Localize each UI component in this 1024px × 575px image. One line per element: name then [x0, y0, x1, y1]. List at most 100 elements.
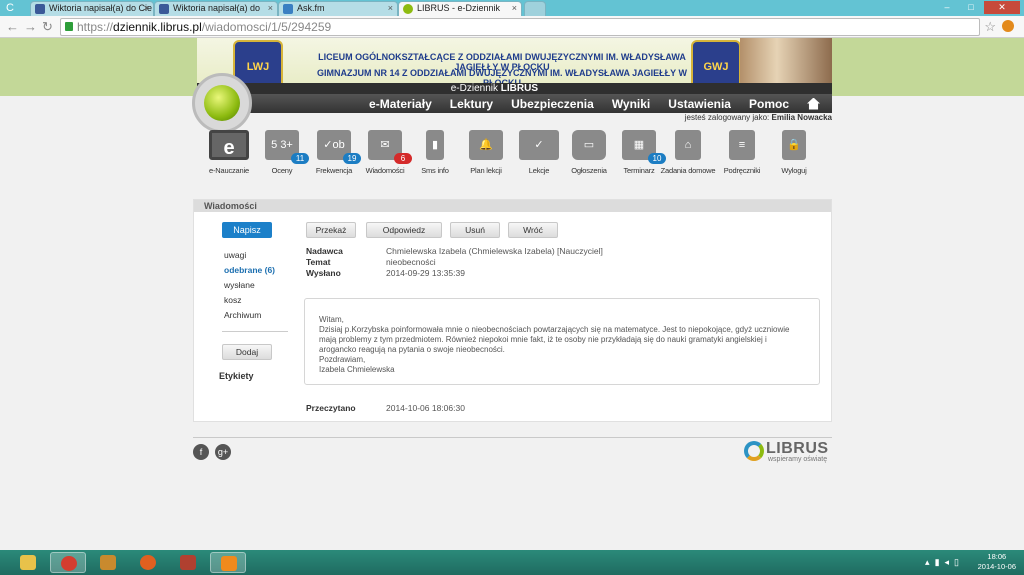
module-label: Zadania domowe	[660, 166, 716, 175]
module-label: e-Nauczanie	[209, 166, 249, 175]
tray-icons[interactable]: ▴▮◂▯	[925, 557, 964, 568]
sender-label: Nadawca	[306, 246, 343, 256]
body-greeting: Witam,	[319, 315, 344, 324]
tab-title: LIBRUS - e-Dziennik	[417, 3, 501, 13]
nav-item-ustawienia[interactable]: Ustawienia	[668, 97, 731, 111]
browser-tab-2[interactable]: Wiktoria napisał(a) do ×	[154, 1, 278, 16]
logged-in-label: jesteś zalogowany jako:	[684, 113, 770, 122]
askfm-icon	[283, 4, 293, 14]
browser-toolbar: ← → ↻ https://dziennik.librus.pl/wiadomo…	[0, 16, 1024, 38]
clock-time: 18:06	[987, 552, 1007, 561]
reload-icon[interactable]: ↻	[42, 20, 53, 34]
logged-in-info: jesteś zalogowany jako: Emilia Nowacka	[685, 113, 832, 122]
read-row: Przeczytano 2014-10-06 18:06:30	[306, 403, 465, 413]
chrome-menu-icon[interactable]: C	[6, 1, 14, 15]
folder-uwagi[interactable]: uwagi	[216, 248, 275, 263]
nav-item-e-materialy[interactable]: e-Materiały	[369, 97, 432, 111]
maximize-icon[interactable]: □	[960, 1, 982, 14]
module-plan-lekcji[interactable]: 🔔 Plan lekcji	[456, 130, 516, 175]
read-label: Przeczytano	[306, 403, 356, 413]
lessons-icon: ✓	[519, 130, 559, 160]
message-meta: Nadawca Chmielewska Izabela (Chmielewska …	[306, 246, 603, 279]
forward-icon[interactable]: →	[24, 20, 37, 34]
extension-icon[interactable]	[1002, 20, 1014, 32]
librus-logo-badge[interactable]	[192, 73, 252, 133]
home-icon[interactable]	[807, 97, 820, 110]
chrome-icon	[61, 556, 77, 571]
compose-button[interactable]: Napisz	[222, 222, 272, 238]
delete-button[interactable]: Usuń	[450, 222, 500, 238]
icon-glyph: ▮	[431, 139, 439, 151]
taskbar-app-4[interactable]	[130, 552, 166, 573]
logout-lock-icon: 🔒	[782, 130, 806, 160]
nav-menu: e-Materiały Lektury Ubezpieczenia Wyniki…	[197, 94, 832, 113]
taskbar-explorer[interactable]	[10, 552, 46, 573]
facebook-icon	[159, 4, 169, 14]
close-tab-icon[interactable]: ×	[388, 2, 393, 15]
browser-tab-1[interactable]: Wiktoria napisał(a) do Cie ×	[30, 1, 154, 16]
folder-kosz[interactable]: kosz	[216, 293, 275, 308]
taskbar-app-3[interactable]	[90, 552, 126, 573]
browser-tabbar: C Wiktoria napisał(a) do Cie × Wiktoria …	[0, 0, 1024, 16]
folder-icon	[20, 555, 36, 570]
back-icon[interactable]: ←	[6, 20, 19, 34]
forward-button[interactable]: Przekaż	[306, 222, 356, 238]
icon-glyph: 🔔	[479, 139, 493, 151]
bell-icon: 🔔	[469, 130, 503, 160]
icon-glyph: 5 3+	[271, 139, 293, 151]
nav-item-ubezpieczenia[interactable]: Ubezpieczenia	[511, 97, 594, 111]
facebook-icon	[35, 4, 45, 14]
panel-title: Wiadomości	[194, 200, 831, 212]
media-player-icon	[221, 556, 237, 571]
attendance-icon: ✓ob 19	[317, 130, 361, 164]
close-tab-icon[interactable]: ×	[512, 2, 517, 15]
phone-icon: ▮	[426, 130, 444, 160]
address-bar[interactable]: https://dziennik.librus.pl/wiadomosci/1/…	[60, 18, 980, 36]
new-tab-button[interactable]	[524, 1, 546, 16]
clock[interactable]: 18:06 2014-10-06	[978, 552, 1016, 572]
nav-item-wyniki[interactable]: Wyniki	[612, 97, 650, 111]
app-icon	[140, 555, 156, 570]
folder-odebrane[interactable]: odebrane (6)	[216, 263, 275, 278]
icon-glyph: ✓	[534, 139, 544, 151]
facebook-icon[interactable]: f	[193, 444, 209, 460]
announcements-icon: ▭	[572, 130, 606, 160]
messages-panel: Wiadomości Napisz uwagi odebrane (6) wys…	[193, 199, 832, 422]
module-podreczniki[interactable]: ≡ Podręczniki	[712, 130, 772, 175]
meta-sent-row: Wysłano 2014-09-29 13:35:39	[306, 268, 603, 279]
app-name-prefix: e-Dziennik	[450, 83, 498, 94]
taskbar-chrome[interactable]	[50, 552, 86, 573]
module-wyloguj[interactable]: 🔒 Wyloguj	[764, 130, 824, 175]
url-path: /wiadomosci/1/5/294259	[201, 20, 332, 34]
close-tab-icon[interactable]: ×	[144, 2, 149, 15]
close-tab-icon[interactable]: ×	[268, 2, 273, 15]
taskbar-app-5[interactable]	[170, 552, 206, 573]
reply-button[interactable]: Odpowiedz	[366, 222, 442, 238]
module-label: Plan lekcji	[470, 166, 502, 175]
module-icons: e e-Nauczanie 5 3+ 11 Oceny ✓ob 19 Frekwen…	[197, 130, 832, 178]
google-plus-icon[interactable]: g+	[215, 444, 231, 460]
icon-glyph: ▭	[583, 139, 595, 151]
footer-tagline: wspieramy oświatę	[768, 456, 828, 463]
nav-item-lektury[interactable]: Lektury	[450, 97, 493, 111]
logged-in-user: Emilia Nowacka	[771, 113, 832, 122]
browser-tab-3[interactable]: Ask.fm ×	[278, 1, 398, 16]
taskbar-media-player[interactable]	[210, 552, 246, 573]
back-button[interactable]: Wróć	[508, 222, 558, 238]
minimize-icon[interactable]: –	[936, 1, 958, 14]
module-zadania-domowe[interactable]: ⌂ Zadania domowe	[658, 130, 718, 175]
add-label-button[interactable]: Dodaj	[222, 344, 272, 360]
bookmark-star-icon[interactable]: ☆	[984, 19, 996, 35]
librus-footer-logo: LIBRUS wspieramy oświatę	[744, 440, 834, 466]
module-e-nauczanie[interactable]: e e-Nauczanie	[199, 130, 259, 175]
nav-item-pomoc[interactable]: Pomoc	[749, 97, 789, 111]
module-oceny[interactable]: 5 3+ 11 Oceny	[252, 130, 312, 175]
app-icon	[180, 555, 196, 570]
folder-wyslane[interactable]: wysłane	[216, 278, 275, 293]
browser-tab-4[interactable]: LIBRUS - e-Dziennik ×	[398, 1, 522, 16]
folder-archiwum[interactable]: Archiwum	[216, 308, 275, 323]
close-window-icon[interactable]: ✕	[984, 1, 1020, 14]
textbooks-icon: ≡	[729, 130, 755, 160]
tab-title: Ask.fm	[297, 3, 325, 13]
icon-glyph: ≡	[738, 139, 746, 151]
